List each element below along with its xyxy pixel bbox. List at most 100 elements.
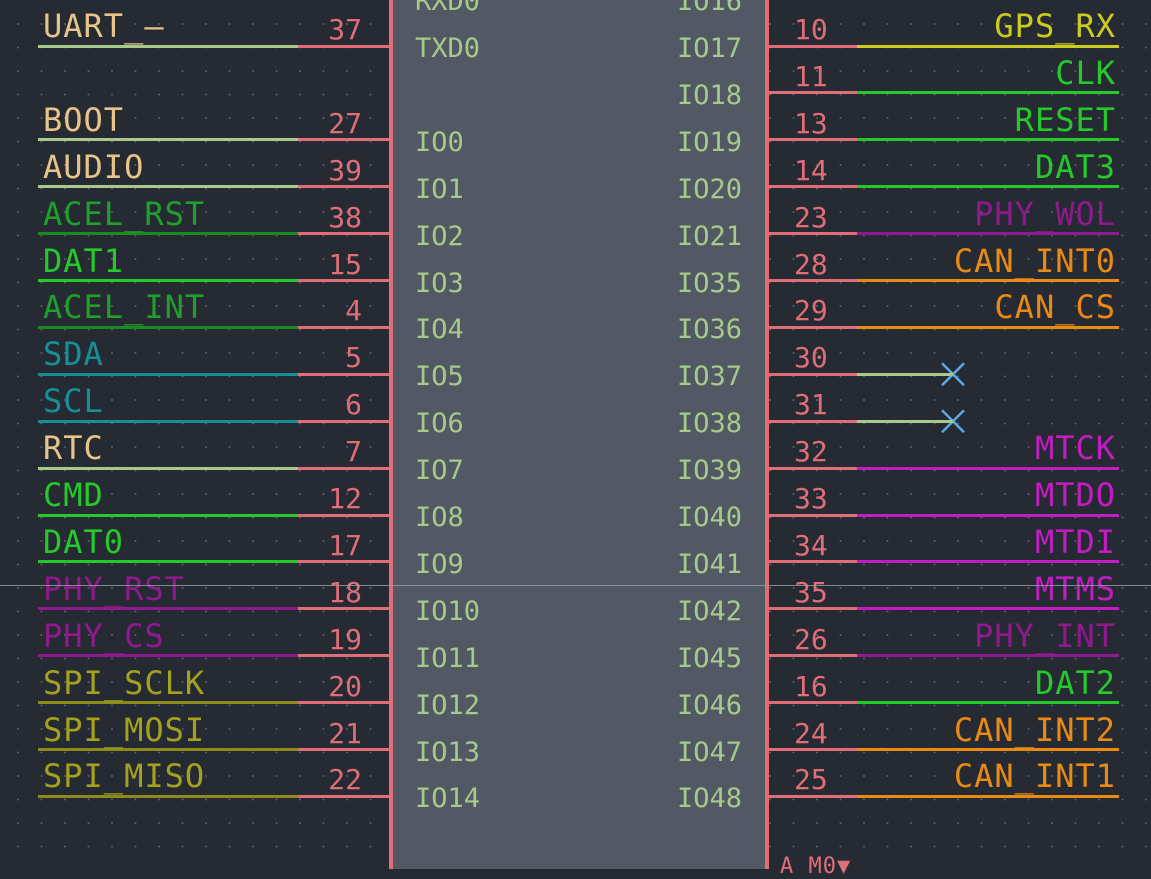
cursor-crosshair-line [0,585,1151,586]
pin-number: 26 [794,622,828,656]
pin-name: TXD0 [415,33,481,64]
pin-name: IO45 [676,642,742,674]
symbol-bottom-fragment: A M0▼ [780,854,852,879]
pin-name: IO0 [415,126,464,158]
net-label: GPS_RX [994,7,1116,45]
pin-number: 20 [328,669,362,703]
pin-number: 14 [794,153,828,187]
pin-name: IO3 [415,267,464,299]
pin-number: 24 [794,716,828,750]
pin-name: IO13 [415,736,481,768]
net-wire[interactable] [38,419,300,423]
net-label: DAT0 [43,522,125,561]
pin-number: 29 [794,294,828,328]
net-label: PHY_WOL [974,194,1116,233]
pin-number: 22 [328,763,362,797]
pin-number: 30 [794,341,828,375]
net-wire[interactable] [38,325,300,329]
pin-number: 6 [345,388,362,422]
pin-number: 19 [328,622,362,656]
pin-name: IO36 [676,314,742,346]
pin-number: 32 [794,435,828,469]
pin-name: RXD0 [415,0,481,18]
net-label: SCL [43,382,104,421]
pin-number: 35 [794,575,828,609]
pin-name: IO9 [415,548,464,580]
pin-number: 33 [794,482,828,515]
pin-name: IO2 [415,220,464,252]
pin-name: IO8 [415,502,464,533]
net-label: SDA [43,335,104,374]
net-label: RTC [43,429,104,468]
net-label: ACEL_RST [43,194,206,233]
pin-number: 34 [794,528,828,562]
net-label: MTDO [1034,476,1116,514]
net-label: CLK [1055,53,1116,92]
pin-number: 11 [794,59,828,93]
pin-name: IO11 [415,642,481,674]
pin-number: 15 [328,247,362,281]
net-label: DAT1 [43,241,125,280]
pin-name: IO5 [415,361,464,393]
pin-number: 7 [345,435,362,469]
pin-name: IO41 [676,548,742,580]
pin-number: 27 [328,106,362,140]
pin-name: IO40 [676,502,742,533]
pin-number: 31 [794,388,828,422]
pin-number: 21 [328,716,362,750]
net-label: CAN_INT2 [953,710,1116,749]
pin-name: IO19 [676,126,742,158]
pin-name: IO16 [676,0,742,18]
pin-name: IO14 [415,783,481,815]
pin-name: IO48 [676,783,742,815]
net-label: ACEL_INT [43,288,206,327]
pin-number: 16 [794,669,828,703]
pin-number: 17 [328,528,362,562]
net-label: RESET [1014,100,1116,139]
net-label: PHY_CS [43,616,165,655]
pin-name: IO35 [676,267,742,299]
pin-name: IO12 [415,689,481,721]
pin-number: 5 [345,341,362,375]
pin-name: IO6 [415,408,464,440]
pin-name: IO7 [415,455,464,487]
pin-name: IO42 [676,595,742,627]
net-label: MTCK [1034,429,1116,468]
pin-name: IO46 [676,689,742,721]
net-wire[interactable] [857,794,1119,798]
net-wire[interactable] [857,466,1119,470]
pin-number: 13 [794,106,828,140]
net-label: SPI_MOSI [43,710,206,749]
net-label: DAT3 [1034,147,1116,186]
pin-name: IO1 [415,173,464,205]
net-label: AUDIO [43,147,145,186]
net-label: DAT2 [1034,663,1116,702]
net-label: CAN_INT1 [953,757,1116,796]
net-wire[interactable] [857,372,953,376]
net-label: CAN_CS [994,288,1116,327]
net-label: CMD [43,476,104,514]
pin-name: IO38 [676,408,742,440]
net-wire[interactable] [857,419,953,423]
net-label: CAN_INT0 [953,241,1116,280]
pin-number: 25 [794,763,828,797]
pin-number: 28 [794,247,828,281]
pin-number: 18 [328,575,362,609]
pin-name: IO4 [415,314,464,346]
pin-name: IO20 [676,173,742,205]
net-wire[interactable] [38,372,300,376]
pin-number: 23 [794,200,828,234]
pin-number: 4 [345,294,362,328]
net-label: UART_— [43,7,165,45]
pin-name: IO10 [415,595,481,627]
pin-name: IO18 [676,79,742,111]
net-label: BOOT [43,100,125,139]
net-wire[interactable] [38,466,300,470]
pin-number: 37 [328,13,362,46]
net-wire[interactable] [857,325,1119,329]
pin-name: IO47 [676,736,742,768]
pin-name: IO17 [676,33,742,64]
pin-number: 12 [328,482,362,515]
pin-name: IO39 [676,455,742,487]
net-wire[interactable] [38,794,300,798]
